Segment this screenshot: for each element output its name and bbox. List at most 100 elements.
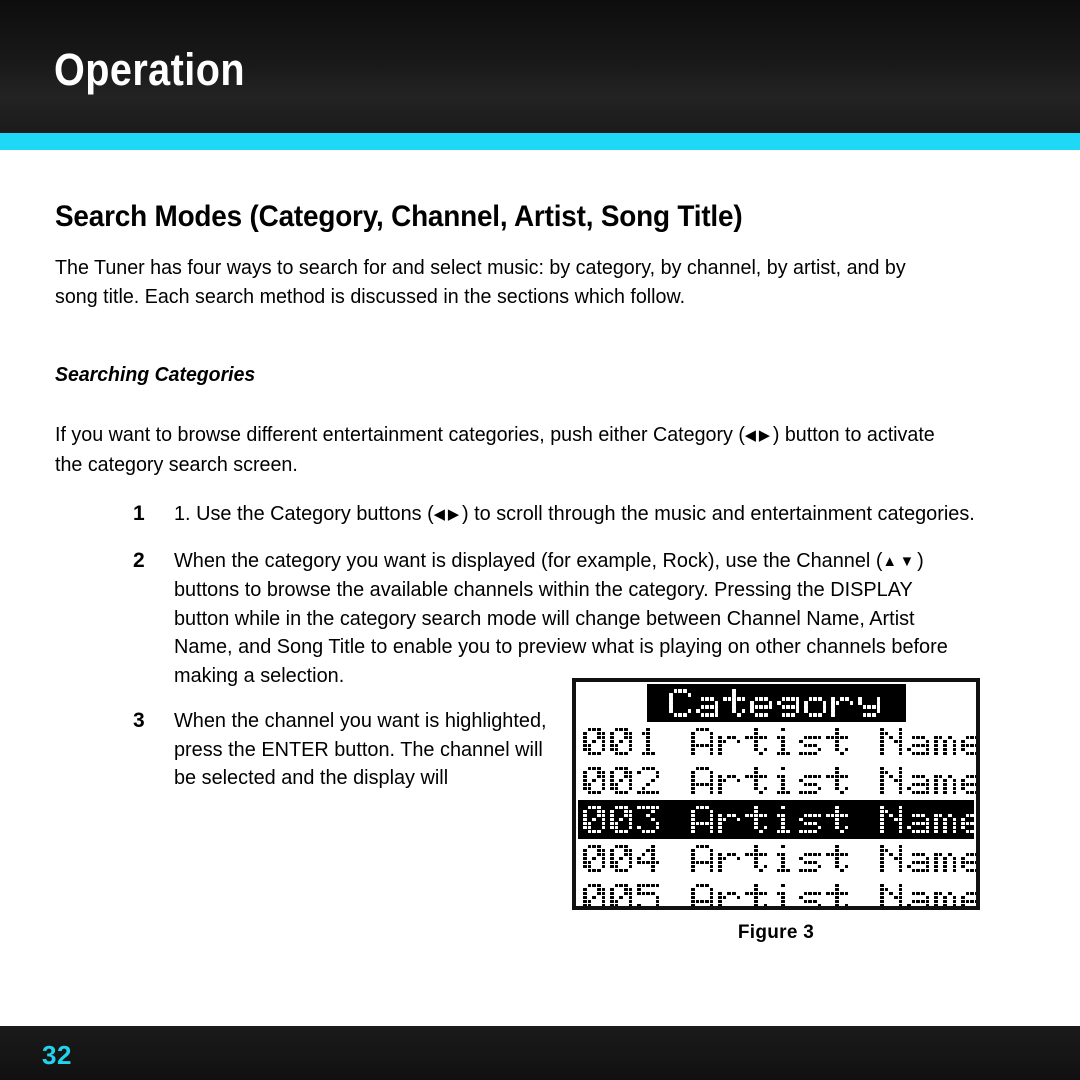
lcd-glyph — [906, 883, 932, 906]
lcd-title-row — [578, 684, 974, 722]
lcd-glyph — [744, 727, 770, 757]
lead-paragraph-text-start: If you want to browse different entertai… — [55, 423, 745, 446]
lcd-glyph — [609, 766, 635, 796]
lcd-display — [572, 678, 980, 910]
lcd-row-text — [578, 805, 976, 835]
lcd-glyph — [825, 805, 851, 835]
lcd-glyph — [825, 844, 851, 874]
lcd-glyph — [879, 844, 905, 874]
lcd-glyph — [717, 727, 743, 757]
lcd-glyph — [663, 805, 689, 835]
lcd-channel-row[interactable] — [578, 761, 976, 800]
lcd-glyph — [695, 688, 721, 718]
lcd-glyph — [749, 688, 775, 718]
lcd-glyph — [668, 688, 694, 718]
lcd-glyph — [798, 727, 824, 757]
lcd-glyph — [690, 727, 716, 757]
step-text: When the channel you want is highlighted… — [174, 709, 547, 789]
lcd-glyph — [717, 844, 743, 874]
figure-caption: Figure 3 — [737, 922, 815, 943]
lcd-glyph — [744, 805, 770, 835]
step-number: 1 — [133, 502, 145, 525]
lcd-glyph — [771, 844, 797, 874]
lcd-glyph — [933, 844, 959, 874]
lcd-glyph — [771, 766, 797, 796]
lcd-glyph — [582, 883, 608, 906]
list-item: 3 When the channel you want is highlight… — [133, 707, 553, 793]
lcd-glyph — [933, 727, 959, 757]
intro-paragraph: The Tuner has four ways to search for an… — [55, 256, 906, 308]
lcd-glyph — [906, 805, 932, 835]
lcd-glyph — [933, 883, 959, 906]
lcd-glyph — [722, 688, 748, 718]
lcd-channel-row[interactable] — [578, 839, 976, 878]
lcd-glyph — [906, 844, 932, 874]
lcd-glyph — [636, 727, 662, 757]
lcd-channel-row[interactable] — [578, 800, 976, 839]
lcd-glyph — [798, 844, 824, 874]
lcd-glyph — [825, 727, 851, 757]
lcd-glyph — [852, 844, 878, 874]
lcd-glyph — [717, 805, 743, 835]
lcd-glyph — [960, 883, 976, 906]
lcd-glyph — [663, 766, 689, 796]
subsection-heading: Searching Categories — [55, 363, 256, 386]
lcd-glyph — [690, 883, 716, 906]
lcd-glyph — [609, 844, 635, 874]
lcd-row-text — [578, 844, 976, 874]
left-right-arrow-icon: ◀▶ — [744, 427, 773, 444]
lcd-glyph — [744, 883, 770, 906]
lcd-glyph — [933, 805, 959, 835]
lcd-glyph — [798, 883, 824, 906]
left-right-arrow-icon: ◀▶ — [433, 506, 462, 523]
step-text-start: When the category you want is displayed … — [174, 548, 883, 572]
lcd-row-text — [578, 766, 976, 796]
page-title: Operation — [54, 44, 245, 95]
lcd-glyph — [852, 766, 878, 796]
lcd-glyph — [960, 727, 976, 757]
lcd-channel-list — [578, 722, 976, 907]
accent-stripe — [0, 133, 1080, 150]
lcd-glyph — [582, 844, 608, 874]
lead-paragraph: If you want to browse different entertai… — [55, 420, 943, 479]
lcd-glyph — [771, 805, 797, 835]
lcd-glyph — [960, 844, 976, 874]
lcd-glyph — [825, 766, 851, 796]
page-footer-band: 32 — [0, 1026, 1080, 1080]
up-down-arrow-icon: ▲▼ — [882, 552, 918, 570]
lcd-glyph — [906, 766, 932, 796]
lcd-glyph — [744, 844, 770, 874]
page-header-band: Operation — [0, 0, 1080, 133]
lcd-glyph — [636, 844, 662, 874]
lcd-glyph — [879, 805, 905, 835]
lcd-glyph — [717, 766, 743, 796]
step-number: 3 — [133, 709, 145, 732]
lcd-glyph — [857, 688, 883, 718]
lcd-glyph — [879, 766, 905, 796]
lcd-screen — [578, 684, 976, 906]
lcd-glyph — [771, 727, 797, 757]
lcd-glyph — [582, 727, 608, 757]
lcd-glyph — [830, 688, 856, 718]
lcd-glyph — [690, 766, 716, 796]
lcd-title-bar — [646, 684, 906, 722]
lcd-channel-row[interactable] — [578, 878, 976, 907]
list-item: 2 When the category you want is displaye… — [133, 547, 963, 691]
lcd-glyph — [803, 688, 829, 718]
section-heading: Search Modes (Category, Channel, Artist,… — [55, 200, 743, 233]
page-number: 32 — [42, 1040, 72, 1070]
lcd-glyph — [879, 727, 905, 757]
lcd-glyph — [690, 844, 716, 874]
page-content: Search Modes (Category, Channel, Artist,… — [0, 150, 1080, 1026]
lcd-glyph — [663, 883, 689, 907]
lcd-channel-row[interactable] — [578, 722, 976, 761]
lcd-glyph — [636, 883, 662, 906]
lcd-glyph — [825, 883, 851, 906]
lcd-glyph — [852, 727, 878, 757]
lcd-glyph — [933, 766, 959, 796]
figure-3: Figure 3 — [572, 678, 980, 944]
step-text: 1. Use the Category buttons (◀▶) to scro… — [174, 500, 979, 530]
step-number: 2 — [133, 548, 145, 572]
lcd-glyph — [776, 688, 802, 718]
lcd-glyph — [852, 805, 878, 835]
